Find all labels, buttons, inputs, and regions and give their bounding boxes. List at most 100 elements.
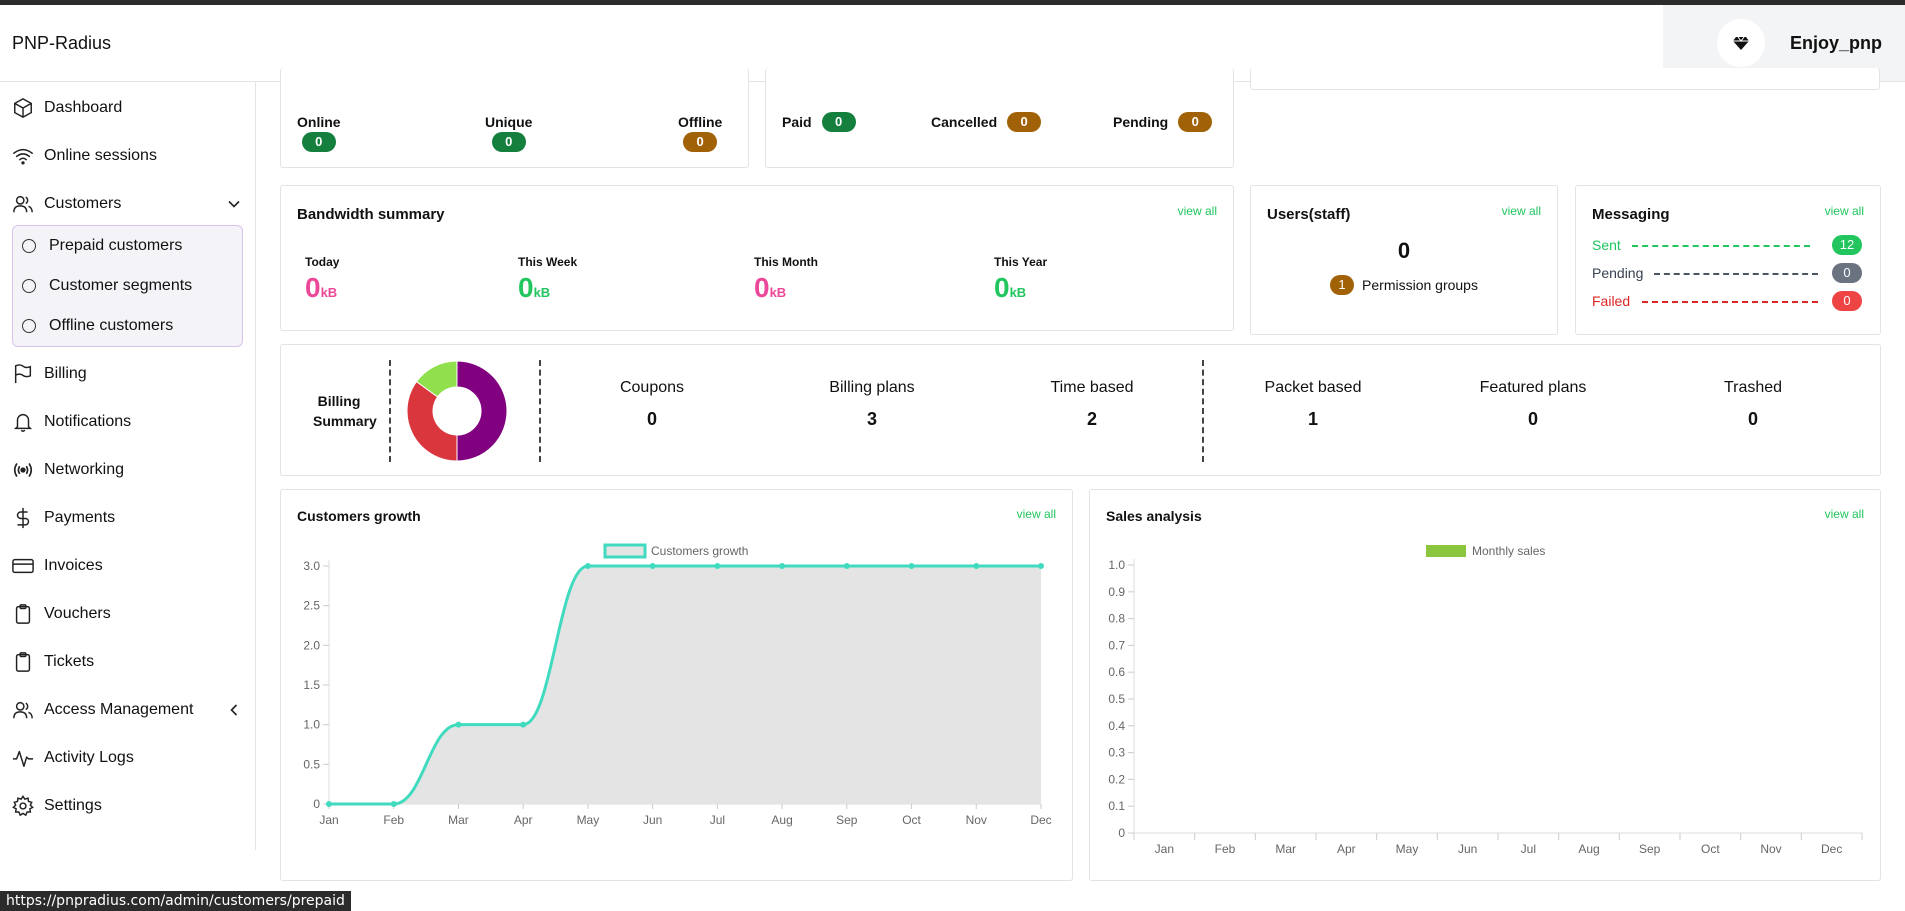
sales-analysis-card: Sales analysis view all Monthly sales 0 0.… xyxy=(1089,489,1881,881)
sessions-card: Online 0 Unique 0 Offline 0 xyxy=(280,68,749,168)
divider xyxy=(389,360,391,462)
billing-plans-value: 3 xyxy=(866,409,877,429)
permission-groups-row: 1 Permission groups xyxy=(1251,275,1557,295)
sidebar-item-label: Billing xyxy=(44,365,87,382)
sidebar-item-notifications[interactable]: Notifications xyxy=(0,402,255,442)
offline-label: Offline xyxy=(678,114,723,130)
cancelled-stat: Cancelled 0 xyxy=(931,112,1042,132)
y-tick-label: 0.6 xyxy=(1108,665,1125,679)
month-label: This Month xyxy=(754,255,818,269)
sidebar-item-access-management[interactable]: Access Management xyxy=(0,690,255,730)
growth-point xyxy=(584,563,591,569)
flag-icon xyxy=(11,362,35,386)
online-stat: Online 0 xyxy=(297,114,341,152)
year-label: This Year xyxy=(994,255,1048,269)
sidebar-item-settings[interactable]: Settings xyxy=(0,786,255,826)
submenu-item-segments[interactable]: Customer segments xyxy=(13,266,242,306)
sidebar-item-tickets[interactable]: Tickets xyxy=(0,642,255,682)
growth-area xyxy=(329,566,1041,804)
week-label: This Week xyxy=(518,255,578,269)
growth-point xyxy=(1038,563,1044,569)
user-name: Enjoy_pnp xyxy=(1790,33,1883,53)
permission-groups-badge: 1 xyxy=(1330,275,1355,295)
legend-swatch xyxy=(1426,545,1466,557)
unique-badge: 0 xyxy=(491,132,526,152)
y-tick-label: 0.5 xyxy=(1108,692,1125,706)
brand-title[interactable]: PNP-Radius xyxy=(12,33,111,54)
growth-point xyxy=(779,563,786,569)
billing-plans-stat: Billing plans 3 xyxy=(797,379,947,430)
submenu-item-label: Offline customers xyxy=(49,317,174,334)
paid-label: Paid xyxy=(782,114,812,130)
time-based-label: Time based xyxy=(1050,379,1134,396)
broadcast-icon xyxy=(11,458,35,482)
growth-point xyxy=(326,801,332,807)
y-tick-label: 1.0 xyxy=(303,718,320,732)
sidebar-item-networking[interactable]: Networking xyxy=(0,450,255,490)
sidebar-item-label: Dashboard xyxy=(44,99,123,116)
unit-label: kB xyxy=(769,285,787,300)
users-icon xyxy=(11,698,35,722)
sidebar-item-payments[interactable]: Payments xyxy=(0,498,255,538)
users-icon xyxy=(11,192,35,216)
y-tick-label: 0 xyxy=(1118,826,1125,840)
offline-stat: Offline 0 xyxy=(678,114,722,152)
messaging-view-all-link[interactable]: view all xyxy=(1825,204,1864,218)
trashed-value: 0 xyxy=(1747,409,1758,429)
legend-swatch xyxy=(603,543,647,559)
unique-stat: Unique 0 xyxy=(485,114,532,152)
customers-growth-chart: Customers growth 0 0.5 1.0 1.5 2.0 2.5 3.0 Jan Fe… xyxy=(303,543,1052,827)
paid-stat: Paid 0 xyxy=(782,112,856,132)
year-number: 0 xyxy=(994,272,1010,303)
x-tick-label: Oct xyxy=(902,813,921,827)
failed-badge: 0 xyxy=(1832,291,1862,311)
x-tick-label: Feb xyxy=(1215,842,1236,856)
sidebar-item-vouchers[interactable]: Vouchers xyxy=(0,594,255,634)
y-tick-label: 0.8 xyxy=(1108,612,1125,626)
x-tick-label: Apr xyxy=(514,813,533,827)
bandwidth-title: Bandwidth summary xyxy=(297,206,445,223)
unit-label: kB xyxy=(533,285,551,300)
donut-slice-0 xyxy=(456,360,508,462)
sidebar-item-dashboard[interactable]: Dashboard xyxy=(0,88,255,128)
status-bar-url: https://pnpradius.com/admin/customers/pr… xyxy=(0,891,351,911)
users-staff-view-all-link[interactable]: view all xyxy=(1502,204,1541,218)
x-tick-label: Aug xyxy=(1578,842,1599,856)
sidebar-item-billing[interactable]: Billing xyxy=(0,354,255,394)
y-tick-label: 3.0 xyxy=(303,559,320,573)
bandwidth-view-all-link[interactable]: view all xyxy=(1178,204,1217,218)
divider xyxy=(539,360,541,462)
sidebar-item-label: Payments xyxy=(44,509,116,526)
billing-plans-label: Billing plans xyxy=(829,379,915,396)
coupons-value: 0 xyxy=(646,409,657,429)
billing-summary-title-line2: Summary xyxy=(313,413,377,429)
divider xyxy=(1202,360,1204,462)
sidebar-item-invoices[interactable]: Invoices xyxy=(0,546,255,586)
time-based-value: 2 xyxy=(1086,409,1097,429)
sidebar-item-customers[interactable]: Customers xyxy=(0,184,255,224)
submenu-item-offline[interactable]: Offline customers xyxy=(13,306,242,346)
x-tick-label: Jul xyxy=(710,813,725,827)
messaging-card: Messaging view all Sent 12 Pending 0 Fai… xyxy=(1575,185,1881,335)
dollar-icon xyxy=(11,506,35,530)
y-tick-label: 0.5 xyxy=(303,757,320,771)
x-tick-label: Dec xyxy=(1030,813,1051,827)
sales-analysis-chart: Monthly sales 0 0.1 0.2 0.3 0.4 0.5 0.6 0.7 0.8 0.… xyxy=(1108,544,1863,856)
gear-icon xyxy=(11,794,35,818)
diamond-icon xyxy=(1717,19,1765,67)
sidebar-item-activity-logs[interactable]: Activity Logs xyxy=(0,738,255,778)
x-tick-label: Dec xyxy=(1821,842,1842,856)
growth-point xyxy=(390,801,397,807)
sidebar-item-label: Online sessions xyxy=(44,147,157,164)
x-tick-label: May xyxy=(1396,842,1419,856)
submenu-item-prepaid[interactable]: Prepaid customers xyxy=(13,226,242,266)
sidebar-item-label: Vouchers xyxy=(44,605,111,622)
month-value: 0kB xyxy=(754,272,786,304)
y-tick-label: 1.5 xyxy=(303,678,320,692)
x-tick-label: Nov xyxy=(1760,842,1781,856)
pending-label: Pending xyxy=(1592,265,1644,281)
circle-icon xyxy=(22,239,36,253)
permission-groups-label: Permission groups xyxy=(1362,277,1478,293)
sidebar-item-online-sessions[interactable]: Online sessions xyxy=(0,136,255,176)
x-tick-label: Jun xyxy=(1458,842,1477,856)
